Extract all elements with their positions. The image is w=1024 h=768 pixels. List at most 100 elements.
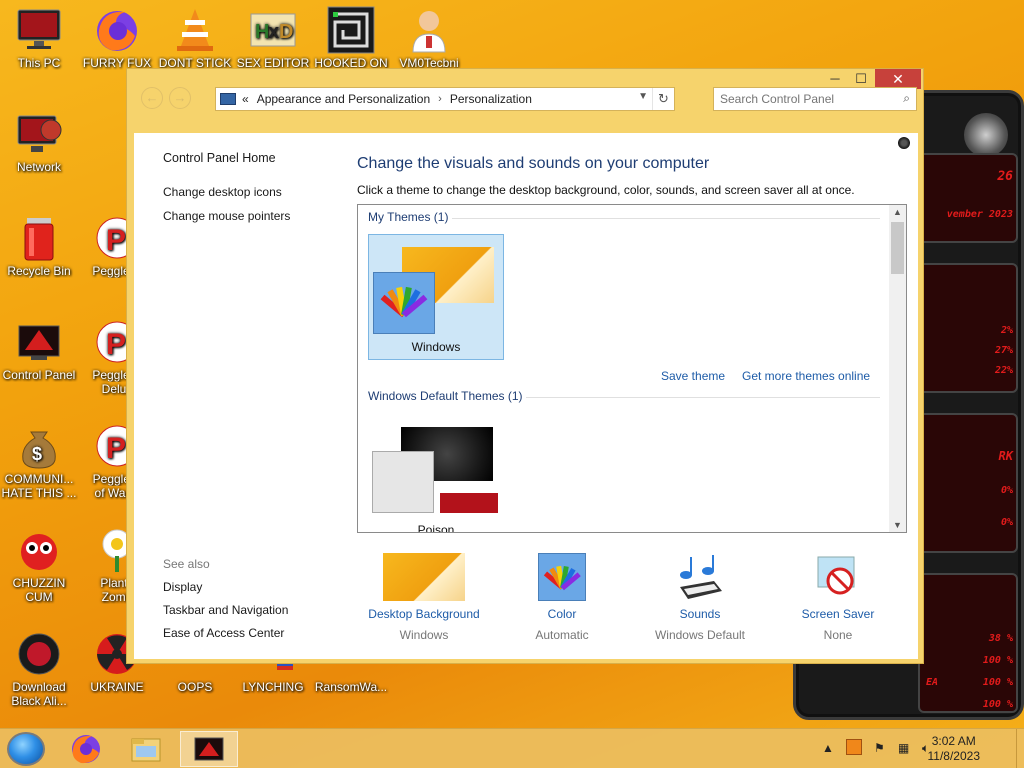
- gadget-panel: [918, 153, 1018, 243]
- action-center-flag-icon[interactable]: ⚑: [874, 741, 885, 755]
- theme-tile-poison[interactable]: Poison: [368, 413, 504, 533]
- desktop-icon-recycle-bin[interactable]: Recycle Bin: [0, 214, 78, 278]
- network-tray-icon[interactable]: ▦: [898, 741, 909, 755]
- see-also-section: See also Display Taskbar and Navigation …: [163, 557, 288, 649]
- close-button[interactable]: ✕: [875, 69, 921, 89]
- desktop-icon-control-panel[interactable]: Control Panel: [0, 318, 78, 382]
- help-icon[interactable]: [898, 137, 910, 149]
- gadget-text: 100 %: [982, 699, 1013, 710]
- gadget-panel: [918, 413, 1018, 553]
- maze-app-icon: [327, 6, 375, 54]
- save-theme-link[interactable]: Save theme: [661, 369, 725, 383]
- chevron-down-icon[interactable]: ▼: [638, 91, 648, 102]
- alien-head-icon: [964, 113, 1008, 157]
- search-icon[interactable]: ⌕: [903, 91, 910, 106]
- desktop-icon-hooked-on[interactable]: HOOKED ON: [312, 6, 390, 70]
- gadget-text: 100 %: [982, 655, 1013, 666]
- sounds-option[interactable]: Sounds Windows Default: [635, 553, 765, 642]
- desktop-icon-dont-stick[interactable]: DONT STICK: [156, 6, 234, 70]
- personalization-window: ─ ☐ ✕ ← → « Appearance and Personalizati…: [126, 68, 924, 664]
- navigation-bar: ← → « Appearance and Personalization › P…: [127, 87, 923, 133]
- gadget-text: 2%: [1000, 325, 1013, 336]
- start-button[interactable]: [7, 732, 45, 766]
- taskbar-control-panel[interactable]: [180, 731, 238, 767]
- taskbar-firefox[interactable]: [60, 731, 112, 767]
- my-themes-header: My Themes (1): [368, 210, 449, 224]
- forward-button[interactable]: →: [169, 87, 191, 109]
- theme-name: Windows: [411, 340, 461, 354]
- theme-name: Poison: [417, 523, 455, 533]
- color-value: Automatic: [535, 628, 589, 642]
- screen-saver-option[interactable]: Screen Saver None: [773, 553, 903, 642]
- search-input[interactable]: [714, 88, 884, 110]
- divider: [452, 218, 880, 219]
- breadcrumb-appearance[interactable]: Appearance and Personalization: [257, 92, 430, 106]
- gadget-text: vember 2023: [946, 209, 1013, 220]
- display-link[interactable]: Display: [163, 580, 288, 594]
- clock-time: 3:02 AM: [931, 734, 976, 748]
- back-button[interactable]: ←: [141, 87, 163, 109]
- vlc-cone-icon: [171, 6, 219, 54]
- refresh-icon[interactable]: ↻: [652, 88, 674, 110]
- screen-saver-value: None: [823, 628, 853, 642]
- control-panel-home-link[interactable]: Control Panel Home: [163, 151, 290, 165]
- folder-icon: [131, 738, 161, 762]
- svg-text:P: P: [106, 432, 126, 465]
- breadcrumb-personalization[interactable]: Personalization: [450, 92, 532, 106]
- show-desktop-button[interactable]: [1016, 729, 1024, 768]
- breadcrumb-separator-icon: ›: [438, 93, 442, 105]
- clock[interactable]: 3:02 AM 11/8/2023: [928, 734, 981, 764]
- chuzzle-icon: [15, 526, 63, 574]
- gadget-text: 38 %: [988, 633, 1013, 644]
- desktop-background-option[interactable]: Desktop Background Windows: [359, 553, 489, 642]
- taskbar-navigation-link[interactable]: Taskbar and Navigation: [163, 603, 288, 617]
- color-label: Color: [547, 607, 577, 621]
- tray-app-icon[interactable]: [846, 739, 862, 755]
- desktop-icon-furry-fux[interactable]: FURRY FUX: [78, 6, 156, 70]
- desktop-icon-vm0tecbni[interactable]: VM0Tecbni: [390, 6, 468, 70]
- theme-list-scrollbar[interactable]: ▲ ▼: [889, 205, 906, 532]
- scroll-thumb[interactable]: [891, 222, 904, 274]
- network-icon: [15, 110, 63, 158]
- get-more-themes-link[interactable]: Get more themes online: [742, 369, 870, 383]
- theme-list[interactable]: My Themes (1) Windows Save theme Get mor…: [357, 204, 907, 533]
- scroll-down-icon[interactable]: ▼: [889, 520, 906, 530]
- gadget-text: 100 %: [982, 677, 1013, 688]
- scroll-up-icon[interactable]: ▲: [889, 207, 906, 217]
- hxd-editor-icon: HxD: [249, 6, 297, 54]
- svg-text:P: P: [106, 224, 126, 257]
- desktop-icon-download-black-alien[interactable]: Download Black Ali...: [0, 630, 78, 708]
- music-notes-icon: [674, 553, 726, 601]
- change-mouse-pointers-link[interactable]: Change mouse pointers: [163, 209, 290, 223]
- search-box[interactable]: ⌕: [713, 87, 917, 111]
- taskbar: ▲ ⚑ ▦ 🔈︎ 3:02 AM 11/8/2023: [0, 728, 1024, 768]
- desktop-icon-communi[interactable]: $ COMMUNI... HATE THIS ...: [0, 422, 78, 500]
- ease-of-access-link[interactable]: Ease of Access Center: [163, 626, 288, 640]
- desktop-icon-this-pc[interactable]: This PC: [0, 6, 78, 70]
- minimize-button[interactable]: ─: [821, 69, 849, 89]
- gadget-text: 0%: [1000, 485, 1013, 496]
- color-option[interactable]: Color Automatic: [497, 553, 627, 642]
- page-subtitle: Click a theme to change the desktop back…: [357, 183, 855, 197]
- gadget-text: 27%: [994, 345, 1013, 356]
- desktop-background-icon: [383, 553, 465, 601]
- desktop-icon-sex-editor[interactable]: HxD SEX EDITOR: [234, 6, 312, 70]
- screen-saver-label: Screen Saver: [801, 607, 875, 621]
- gadget-text: RK: [998, 449, 1013, 463]
- theme-tile-windows[interactable]: Windows: [368, 234, 504, 360]
- gadget-text: EA: [926, 677, 939, 688]
- maximize-button[interactable]: ☐: [847, 69, 875, 89]
- desktop-icon-chuzzin[interactable]: CHUZZIN CUM: [0, 526, 78, 604]
- desktop-icon-network[interactable]: Network: [0, 110, 78, 174]
- content-pane: Control Panel Home Change desktop icons …: [134, 133, 918, 659]
- money-bag-icon: $: [15, 422, 63, 470]
- desktop-background-value: Windows: [399, 628, 449, 642]
- see-also-header: See also: [163, 557, 210, 571]
- address-bar[interactable]: « Appearance and Personalization › Perso…: [215, 87, 675, 111]
- control-panel-icon: [220, 93, 236, 105]
- svg-text:$: $: [32, 444, 42, 464]
- show-hidden-icons[interactable]: ▲: [822, 741, 834, 755]
- change-desktop-icons-link[interactable]: Change desktop icons: [163, 185, 290, 199]
- address-overflow-chevron[interactable]: «: [242, 92, 249, 106]
- taskbar-file-explorer[interactable]: [120, 731, 172, 767]
